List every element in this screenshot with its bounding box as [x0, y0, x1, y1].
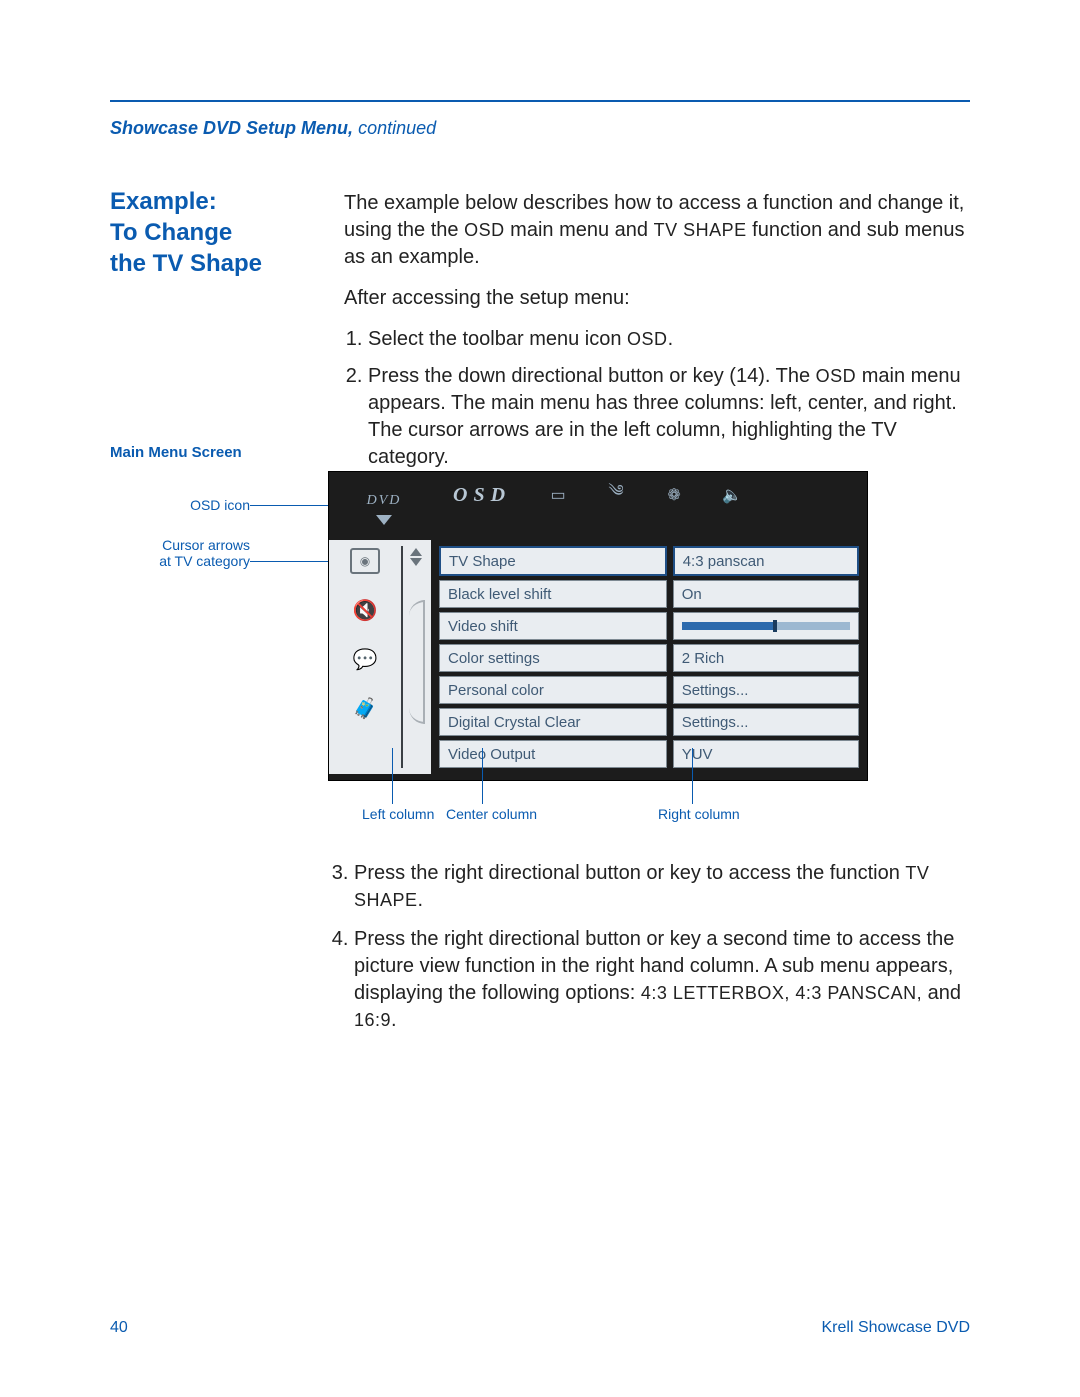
example-line2: To Change	[110, 217, 320, 248]
step-3: Press the right directional button or ke…	[354, 860, 970, 914]
callout-left-column: Left column	[362, 806, 434, 822]
value-tv-shape: 4:3 panscan	[673, 546, 859, 576]
value-video-shift	[673, 612, 859, 640]
callout-center-column: Center column	[446, 806, 537, 822]
example-heading: Example: To Change the TV Shape	[110, 186, 320, 280]
sound-waves-icon: ༄	[605, 486, 627, 504]
option-tv-shape: TV Shape	[439, 546, 667, 576]
header-rule	[110, 100, 970, 102]
tv-icon: ◉	[350, 548, 380, 574]
value-black-level: On	[673, 580, 859, 608]
section-header: Showcase DVD Setup Menu, continued	[110, 118, 436, 139]
section-continued: continued	[358, 118, 436, 138]
after-access: After accessing the setup menu:	[344, 285, 970, 312]
step-1: Select the toolbar menu icon OSD.	[368, 326, 970, 353]
section-title: Showcase DVD Setup Menu,	[110, 118, 353, 138]
intro-paragraph: The example below describes how to acces…	[344, 190, 970, 271]
example-line3: the TV Shape	[110, 248, 320, 279]
option-black-level: Black level shift	[439, 580, 667, 608]
callout-osd-icon: OSD icon	[150, 497, 250, 513]
arrow-down-icon	[410, 558, 422, 566]
step-4: Press the right directional button or ke…	[354, 926, 970, 1034]
callout-right-column: Right column	[658, 806, 740, 822]
monitor-icon: ▭	[547, 486, 569, 504]
speech-bubble-icon: 💬	[353, 647, 378, 672]
value-dcc: Settings...	[673, 708, 859, 736]
callout-cursor-arrows: Cursor arrows at TV category	[150, 537, 250, 569]
globe-icon: ❁	[663, 486, 685, 504]
left-icon-column: ◉ 🔇 💬 🧳	[329, 540, 401, 774]
value-video-output: YUV	[673, 740, 859, 768]
option-video-shift: Video shift	[439, 612, 667, 640]
osd-main-menu: DVD OSD ▭ ༄ ❁ 🔈 ◉ 🔇 💬	[328, 471, 868, 781]
footer-product: Krell Showcase DVD	[822, 1319, 971, 1337]
value-personal-color: Settings...	[673, 676, 859, 704]
option-video-output: Video Output	[439, 740, 667, 768]
figure-title: Main Menu Screen	[110, 444, 970, 461]
arrow-up-icon	[410, 548, 422, 556]
cursor-arrow-column	[401, 540, 431, 774]
dvd-logo: DVD	[367, 493, 402, 509]
bracket-icon	[409, 600, 425, 724]
mute-icon: 🔇	[353, 598, 378, 623]
center-column-options: TV Shape Black level shift Video shift C…	[439, 546, 667, 768]
right-column-values: 4:3 panscan On 2 Rich Settings... Settin…	[673, 546, 859, 768]
option-color-settings: Color settings	[439, 644, 667, 672]
page-number: 40	[110, 1319, 128, 1337]
chevron-down-icon	[376, 515, 392, 525]
osd-tab-label: OSD	[453, 484, 511, 507]
briefcase-icon: 🧳	[353, 696, 378, 721]
value-color-settings: 2 Rich	[673, 644, 859, 672]
option-dcc: Digital Crystal Clear	[439, 708, 667, 736]
option-personal-color: Personal color	[439, 676, 667, 704]
speaker-icon: 🔈	[721, 486, 743, 504]
slider-icon	[682, 622, 850, 630]
example-line1: Example:	[110, 186, 320, 217]
